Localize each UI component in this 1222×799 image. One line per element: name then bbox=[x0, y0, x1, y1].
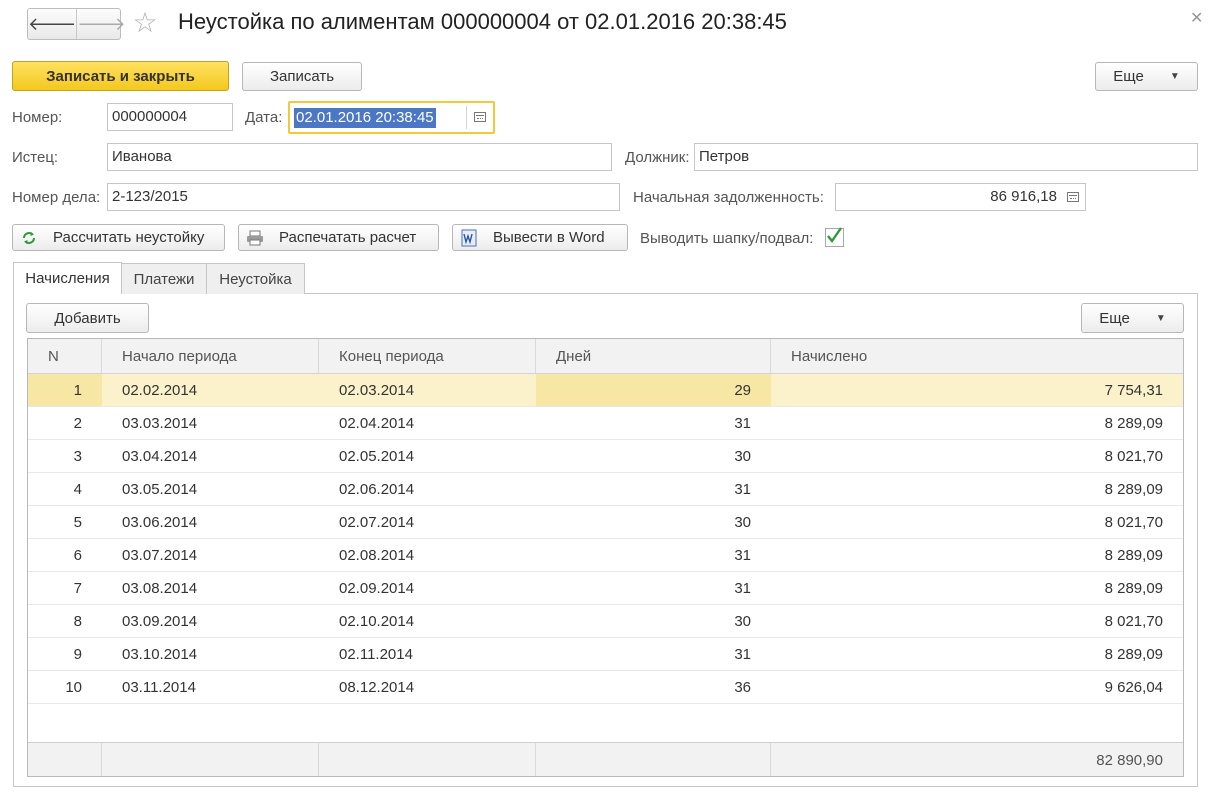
arrow-left-icon: 🡐 bbox=[28, 13, 77, 34]
table-more-menu-button[interactable]: Еще ▼ bbox=[1081, 303, 1184, 333]
column-header-period-end[interactable]: Конец периода bbox=[319, 339, 536, 373]
calculator-icon[interactable] bbox=[1067, 192, 1079, 202]
number-field[interactable]: 000000004 bbox=[107, 103, 233, 131]
plaintiff-field[interactable]: Иванова bbox=[107, 143, 612, 171]
header-footer-label: Выводить шапку/подвал: bbox=[640, 230, 814, 247]
save-and-close-button[interactable]: Записать и закрыть bbox=[12, 61, 229, 91]
favorite-star-icon[interactable]: ☆ bbox=[129, 6, 161, 40]
checkmark-icon bbox=[827, 227, 842, 244]
table-row[interactable]: 9 03.10.2014 02.11.2014 31 8 289,09 bbox=[28, 638, 1183, 671]
triangle-down-icon: ▼ bbox=[1169, 71, 1180, 82]
refresh-icon bbox=[19, 229, 39, 247]
table-row[interactable]: 3 03.04.2014 02.05.2014 30 8 021,70 bbox=[28, 440, 1183, 473]
word-document-icon bbox=[459, 229, 479, 247]
number-label: Номер: bbox=[12, 109, 63, 126]
table-header: N Начало периода Конец периода Дней Начи… bbox=[28, 339, 1183, 374]
date-selected-text: 02.01.2016 20:38:45 bbox=[294, 108, 436, 128]
add-row-button[interactable]: Добавить bbox=[26, 303, 149, 333]
debtor-field[interactable]: Петров bbox=[694, 143, 1198, 171]
save-button[interactable]: Записать bbox=[242, 62, 362, 91]
table-row[interactable]: 2 03.03.2014 02.04.2014 31 8 289,09 bbox=[28, 407, 1183, 440]
header-footer-checkbox[interactable] bbox=[825, 227, 844, 247]
table-row[interactable]: 6 03.07.2014 02.08.2014 31 8 289,09 bbox=[28, 539, 1183, 572]
plaintiff-label: Истец: bbox=[12, 149, 59, 166]
total-accrued: 82 890,90 bbox=[1096, 752, 1163, 769]
history-nav: 🡐 🡒 bbox=[27, 8, 126, 40]
initial-debt-label: Начальная задолженность: bbox=[633, 189, 824, 206]
table-row[interactable]: 4 03.05.2014 02.06.2014 31 8 289,09 bbox=[28, 473, 1183, 506]
table-footer: 82 890,90 bbox=[28, 742, 1183, 776]
print-calculation-button[interactable]: Распечатать расчет bbox=[238, 224, 439, 251]
column-header-n[interactable]: N bbox=[28, 339, 102, 373]
table-row[interactable]: 8 03.09.2014 02.10.2014 30 8 021,70 bbox=[28, 605, 1183, 638]
forward-button[interactable]: 🡒 bbox=[76, 9, 126, 39]
triangle-down-icon: ▼ bbox=[1155, 312, 1166, 324]
table-row[interactable]: 7 03.08.2014 02.09.2014 31 8 289,09 bbox=[28, 572, 1183, 605]
case-number-field[interactable]: 2-123/2015 bbox=[107, 183, 620, 211]
tab-payments[interactable]: Платежи bbox=[121, 263, 207, 294]
initial-debt-field[interactable]: 86 916,18 bbox=[835, 183, 1086, 211]
window-title: Неустойка по алиментам 000000004 от 02.0… bbox=[178, 9, 787, 34]
accruals-table: N Начало периода Конец периода Дней Начи… bbox=[27, 338, 1184, 777]
table-row[interactable]: 1 02.02.2014 02.03.2014 29 7 754,31 bbox=[28, 374, 1183, 407]
printer-icon bbox=[245, 229, 265, 247]
back-button[interactable]: 🡐 bbox=[28, 9, 76, 39]
calendar-icon[interactable] bbox=[474, 112, 486, 122]
date-label: Дата: bbox=[245, 109, 283, 126]
column-header-days[interactable]: Дней bbox=[536, 339, 771, 373]
calculate-penalty-button[interactable]: Рассчитать неустойку bbox=[12, 224, 225, 251]
tab-accruals[interactable]: Начисления bbox=[13, 262, 122, 294]
arrow-right-icon: 🡒 bbox=[77, 13, 126, 34]
debtor-label: Должник: bbox=[625, 149, 690, 166]
column-header-accrued[interactable]: Начислено bbox=[771, 339, 1183, 373]
date-field[interactable]: 02.01.2016 20:38:45 bbox=[288, 101, 495, 134]
more-menu-button[interactable]: Еще ▼ bbox=[1095, 62, 1198, 91]
table-row[interactable]: 5 03.06.2014 02.07.2014 30 8 021,70 bbox=[28, 506, 1183, 539]
column-header-period-start[interactable]: Начало периода bbox=[102, 339, 319, 373]
close-icon[interactable]: ✕ bbox=[1190, 8, 1203, 28]
table-row[interactable]: 10 03.11.2014 08.12.2014 36 9 626,04 bbox=[28, 671, 1183, 704]
tab-penalty[interactable]: Неустойка bbox=[206, 263, 305, 294]
export-to-word-button[interactable]: Вывести в Word bbox=[452, 224, 628, 251]
case-number-label: Номер дела: bbox=[12, 189, 101, 206]
